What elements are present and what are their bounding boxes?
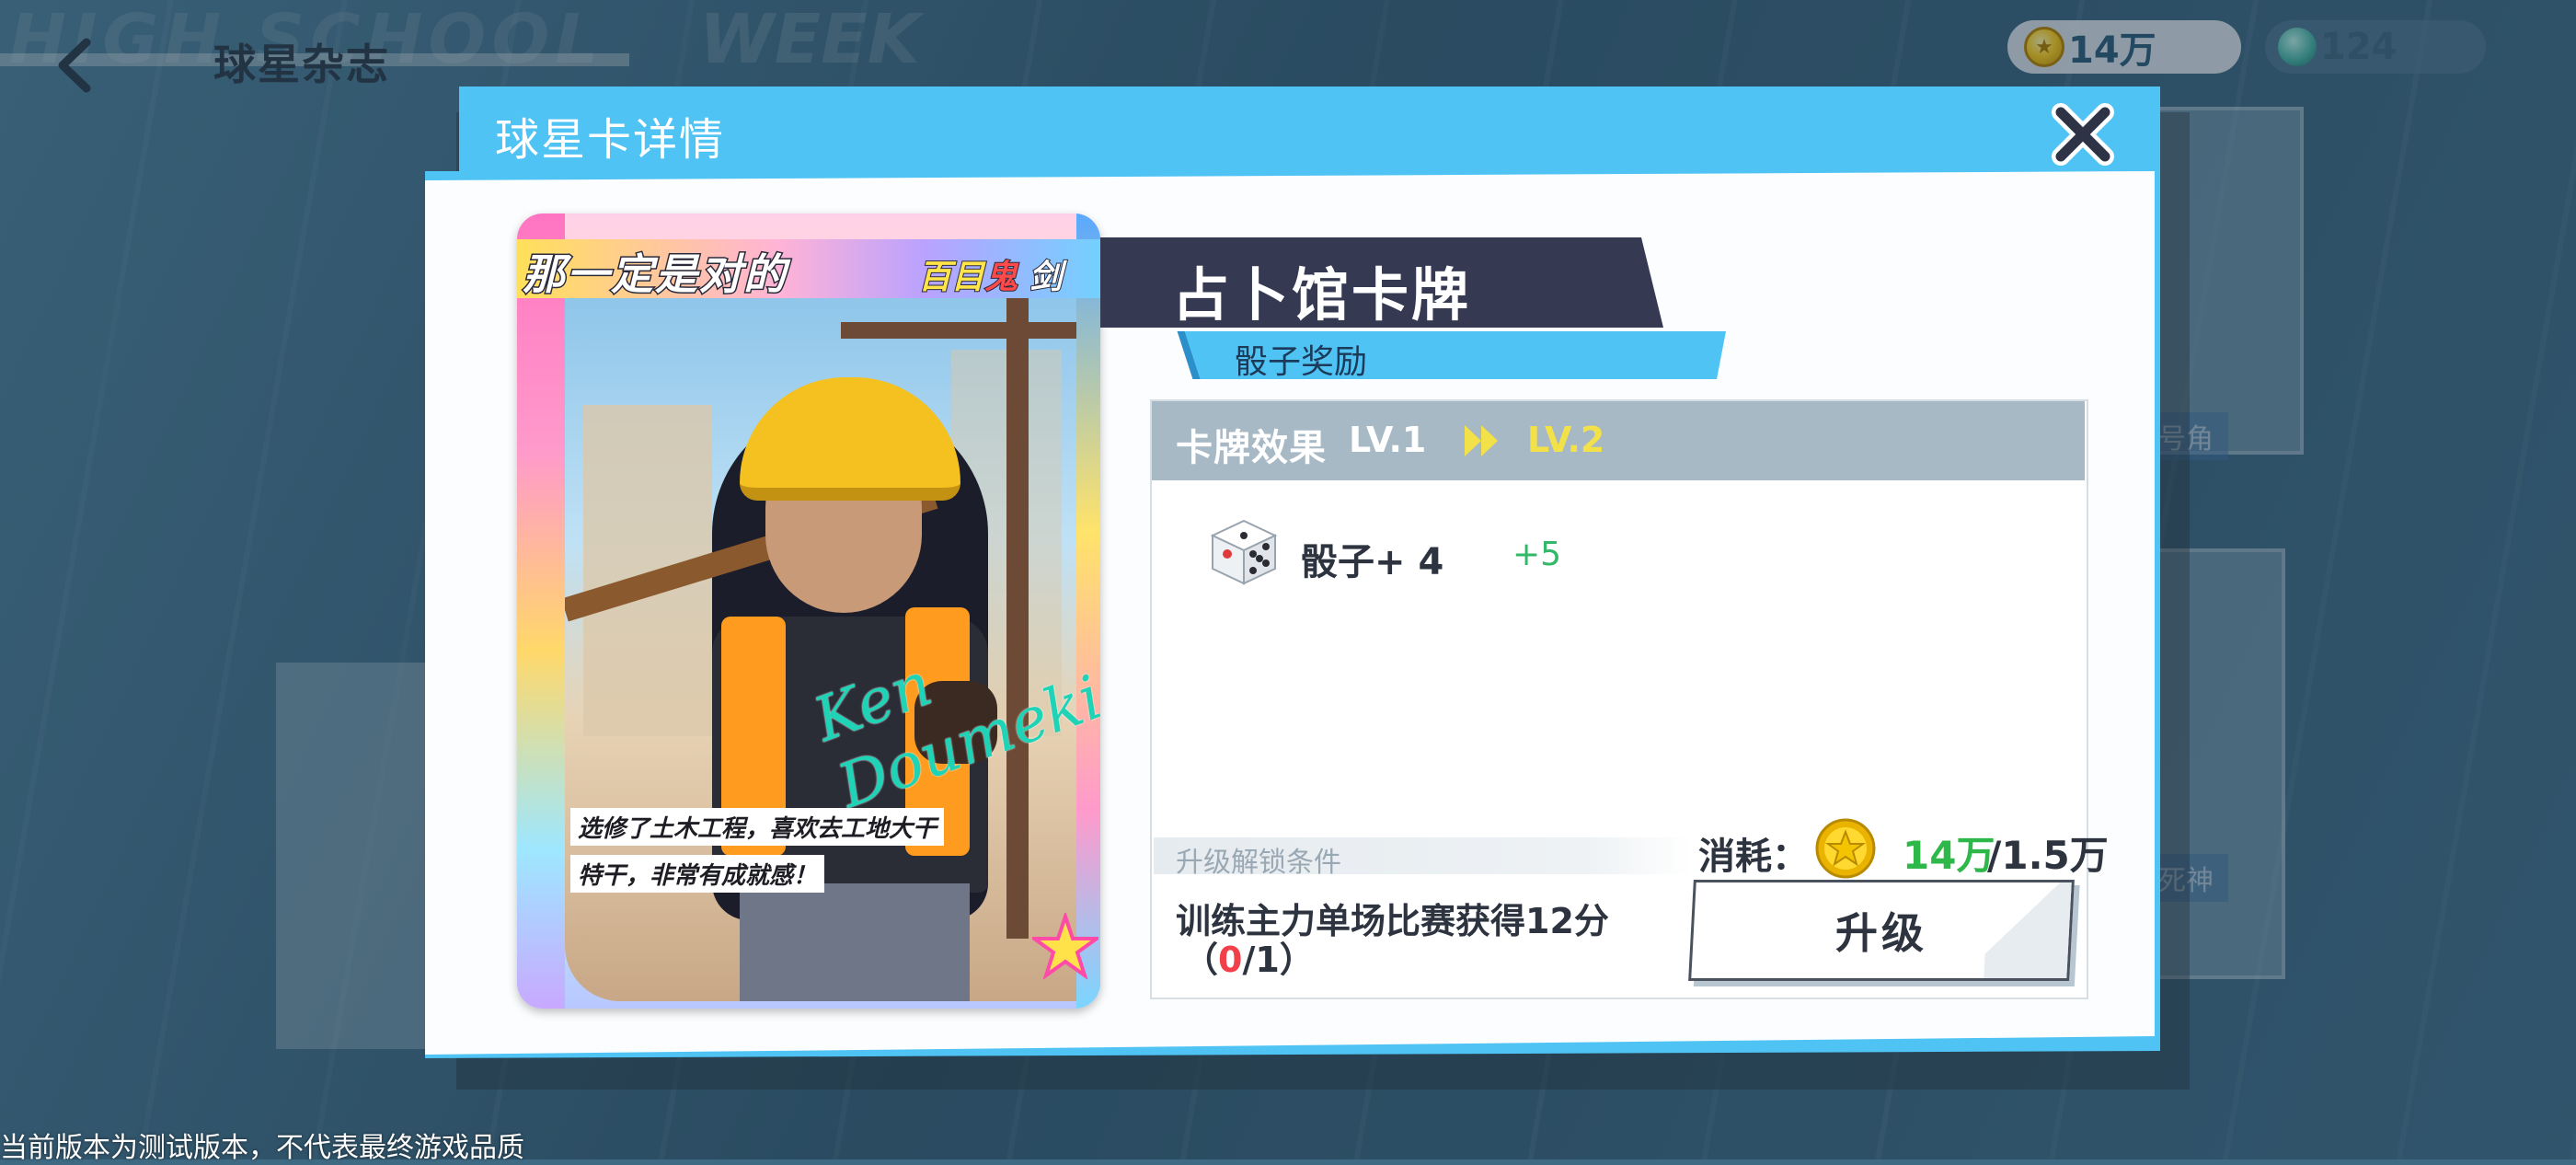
unlock-progress: （0/1） xyxy=(1183,931,1315,982)
cost-label: 消耗： xyxy=(1698,836,1809,878)
effect-item-bonus: +5 xyxy=(1512,536,1562,573)
art-helmet xyxy=(740,377,960,501)
dice-icon xyxy=(1210,519,1278,585)
upgrade-button-label: 升级 xyxy=(1835,908,1927,958)
card-description: 选修了土木工程，喜欢去工地大干 特干，非常有成就感！ xyxy=(570,808,1049,902)
effect-header-label: 卡牌效果 xyxy=(1176,427,1327,469)
dialog-title: 球星卡详情 xyxy=(495,114,726,166)
card-slogan: 那一定是对的 xyxy=(522,248,788,301)
cost-owned: 14万 xyxy=(1903,833,1995,878)
unlock-progress-rest: /1） xyxy=(1242,940,1315,980)
coin-icon xyxy=(1815,818,1876,879)
card-title: 占卜馆卡牌 xyxy=(1172,261,1472,329)
next-level: LV.2 xyxy=(1527,420,1605,460)
card-player-name-part1: 百目 xyxy=(917,258,985,297)
card-player-name-part3: 剑 xyxy=(1029,258,1064,297)
art-scaffold xyxy=(841,322,1076,339)
double-arrow-icon xyxy=(1465,425,1498,456)
current-level: LV.1 xyxy=(1349,420,1427,460)
cost-required: /1.5万 xyxy=(1987,833,2109,878)
test-version-note: 当前版本为测试版本，不代表最终游戏品质 xyxy=(0,1132,524,1164)
close-button[interactable] xyxy=(2048,99,2118,169)
card-subtitle: 骰子奖励 xyxy=(1235,343,1368,381)
upgrade-button[interactable]: 升级 xyxy=(1688,880,2075,981)
upgrade-button-gloss xyxy=(1984,882,2072,978)
card-rainbow-border xyxy=(517,213,565,1009)
unlock-condition-label: 升级解锁条件 xyxy=(1176,847,1341,879)
card-description-line: 特干，非常有成就感！ xyxy=(570,855,825,893)
card-description-line: 选修了土木工程，喜欢去工地大干 xyxy=(570,808,945,846)
player-card: 那一定是对的 百目鬼 剑 Ken Doumeki 选修了土木工程，喜欢去工地大干… xyxy=(517,213,1100,1009)
unlock-progress-open: （ xyxy=(1183,940,1219,980)
card-rainbow-border-right xyxy=(1076,213,1100,1009)
close-icon xyxy=(2052,103,2114,166)
card-player-name: 百目鬼 剑 xyxy=(917,250,1064,298)
effect-item-name: 骰子+ 4 xyxy=(1301,541,1444,583)
unlock-progress-current: 0 xyxy=(1218,940,1243,980)
card-player-name-part2: 鬼 xyxy=(983,258,1018,297)
star-icon xyxy=(1032,913,1098,979)
